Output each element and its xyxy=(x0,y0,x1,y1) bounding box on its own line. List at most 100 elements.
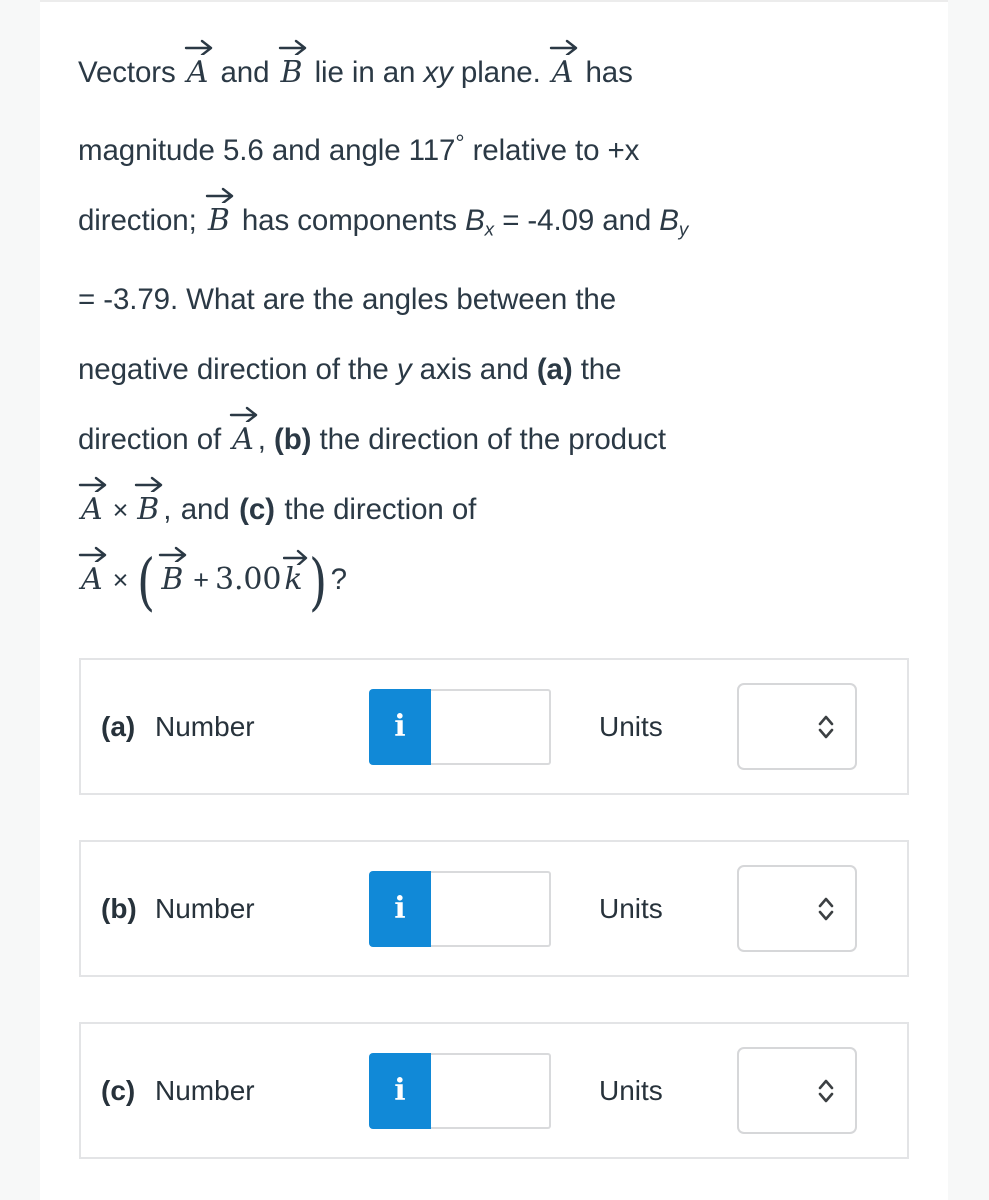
vector-arrow-icon xyxy=(549,39,577,55)
phrase-direction-product: the direction of the product xyxy=(319,422,667,456)
vector-a-letter: A xyxy=(81,491,103,527)
vector-a-letter: A xyxy=(551,55,574,90)
phrase-direction-of-2: the direction of xyxy=(284,492,477,526)
question-line-5: negative direction of the y axis and (a)… xyxy=(78,335,918,405)
number-label-c: Number xyxy=(155,1074,255,1106)
phrase-lie-in-an: lie in an xyxy=(314,56,416,89)
vector-a-glyph: A xyxy=(78,546,107,597)
comma-1: , xyxy=(257,422,266,456)
number-input-group-b: i xyxy=(369,870,551,947)
question-line-1: Vectors A and B lie in an xy plane. A ha… xyxy=(78,38,918,108)
number-input-a[interactable] xyxy=(431,688,551,765)
answer-row-a: (a) Number i Units xyxy=(81,660,907,793)
chevron-up-down-icon xyxy=(818,1079,834,1102)
unit-vector-k-letter: k xyxy=(284,561,303,597)
phrase-axis-and: axis and xyxy=(419,352,529,386)
question-line-2: magnitude 5.6 and angle 117° relative to… xyxy=(78,108,918,186)
by-value: = -3.79. xyxy=(78,282,179,316)
magnitude-value: 5.6 xyxy=(222,134,264,168)
question-line-8: A ×(B +3.00 k)? xyxy=(78,545,918,615)
units-select-a[interactable] xyxy=(737,683,857,770)
vector-b-letter: B xyxy=(207,203,230,239)
info-icon-c[interactable]: i xyxy=(369,1052,431,1129)
number-label-b: Number xyxy=(155,892,255,924)
question-mark: ? xyxy=(330,562,347,596)
units-select-b[interactable] xyxy=(737,865,857,952)
vector-b-letter: B xyxy=(161,561,184,597)
question-text: Vectors A and B lie in an xy plane. A ha… xyxy=(78,38,918,615)
degree-symbol: ° xyxy=(455,130,465,156)
chevron-up-down-icon xyxy=(818,715,834,738)
number-label-a: Number xyxy=(155,710,255,742)
answer-panel-c: (c) Number i Units xyxy=(79,1022,909,1159)
info-icon-a[interactable]: i xyxy=(369,688,431,765)
answer-panel-b: (b) Number i Units xyxy=(79,840,909,977)
phrase-and-angle: and angle xyxy=(271,134,401,168)
vector-b-glyph: B xyxy=(135,476,163,527)
vector-a-glyph: A xyxy=(78,476,107,527)
chevron-up-down-icon xyxy=(818,897,834,920)
by-subscript: y xyxy=(678,218,689,240)
number-input-c[interactable] xyxy=(431,1052,551,1129)
answer-row-c: (c) Number i Units xyxy=(81,1024,907,1157)
vector-a-glyph: A xyxy=(549,39,577,90)
part-b-marker: (b) xyxy=(274,422,312,456)
units-select-c[interactable] xyxy=(737,1047,857,1134)
answer-row-b: (b) Number i Units xyxy=(81,842,907,975)
vector-b-glyph: B xyxy=(205,188,234,239)
number-input-group-a: i xyxy=(369,688,551,765)
question-line-7: A × B, and (c) the direction of xyxy=(78,475,918,545)
vector-b-glyph: B xyxy=(159,546,187,597)
word-and-1: and xyxy=(220,56,270,89)
phrase-what-are-angles: What are the angles between the xyxy=(186,282,617,316)
content-card: Vectors A and B lie in an xy plane. A ha… xyxy=(40,0,948,1200)
word-the-1: the xyxy=(580,352,622,386)
xy-plane-italic: xy xyxy=(423,56,453,89)
vector-b-letter: B xyxy=(280,55,303,90)
vector-a-letter: A xyxy=(186,55,209,90)
part-label-b: (b) xyxy=(101,892,137,924)
units-label-c: Units xyxy=(599,1074,663,1106)
word-direction: direction; xyxy=(78,204,197,238)
coefficient-value: 3.00 xyxy=(214,561,282,597)
word-and-2: and xyxy=(180,492,230,526)
part-label-a: (a) xyxy=(101,710,136,742)
question-page: Vectors A and B lie in an xy plane. A ha… xyxy=(0,0,989,1200)
cross-product-symbol: × xyxy=(112,564,129,595)
vector-arrow-icon xyxy=(184,39,212,55)
word-vectors: Vectors xyxy=(78,56,176,89)
units-label-a: Units xyxy=(599,710,663,742)
part-c-marker: (c) xyxy=(239,492,275,526)
question-line-4: = -3.79. What are the angles between the xyxy=(78,265,918,335)
phrase-negative-direction: negative direction of the xyxy=(78,352,389,386)
info-icon-b[interactable]: i xyxy=(369,870,431,947)
word-plane: plane. xyxy=(460,56,541,89)
part-a-marker: (a) xyxy=(536,352,573,386)
word-has: has xyxy=(585,56,633,89)
number-input-group-c: i xyxy=(369,1052,551,1129)
part-label-c: (c) xyxy=(101,1074,136,1106)
plus-symbol: + xyxy=(193,564,209,595)
answer-panel-a: (a) Number i Units xyxy=(79,658,909,795)
question-line-3: direction; B has components Bx = -4.09 a… xyxy=(78,186,918,265)
vector-arrow-icon xyxy=(278,39,306,55)
bx-symbol: B xyxy=(465,204,485,238)
word-magnitude: magnitude xyxy=(78,134,215,168)
vector-a-glyph: A xyxy=(230,406,258,457)
vector-a-letter: A xyxy=(81,561,103,597)
unit-vector-k-glyph: k xyxy=(283,549,308,597)
phrase-direction-of-1: direction of xyxy=(78,422,222,456)
comma-2: , xyxy=(163,492,172,526)
phrase-has-components: has components xyxy=(241,204,457,238)
vector-b-letter: B xyxy=(137,491,160,527)
vector-a-letter: A xyxy=(232,421,254,457)
bx-subscript: x xyxy=(484,218,495,240)
vector-a-glyph: A xyxy=(184,39,212,90)
question-line-6: direction of A, (b) the direction of the… xyxy=(78,405,918,475)
vector-b-glyph: B xyxy=(278,39,306,90)
number-input-b[interactable] xyxy=(431,870,551,947)
units-label-b: Units xyxy=(599,892,663,924)
angle-value: 117 xyxy=(408,134,456,168)
bx-value: = -4.09 and xyxy=(502,204,652,238)
y-axis-italic: y xyxy=(396,352,412,386)
